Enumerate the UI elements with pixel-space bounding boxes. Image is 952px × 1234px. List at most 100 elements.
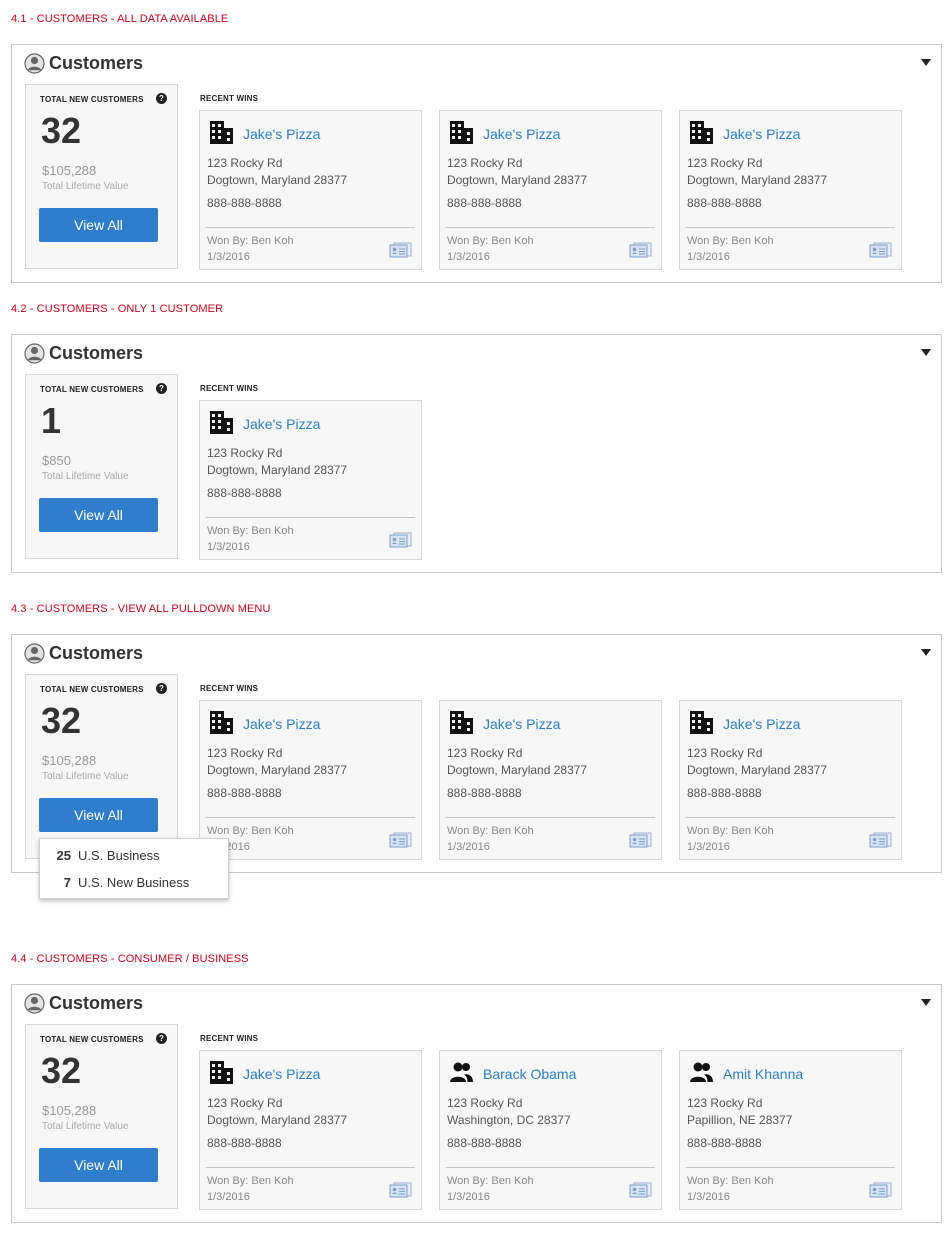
stats-count: 1	[41, 400, 62, 441]
collapse-caret-icon[interactable]	[921, 649, 931, 656]
building-icon	[210, 1061, 233, 1084]
win-city: Dogtown, Maryland 28377	[687, 763, 828, 777]
win-card[interactable]: Jake's Pizza 123 Rocky Rd Dogtown, Maryl…	[199, 700, 422, 860]
menu-item-count: 7	[63, 874, 71, 890]
win-name-link[interactable]: Jake's Pizza	[483, 716, 560, 732]
stats-count: 32	[41, 1050, 82, 1091]
panel-header: Customers	[24, 51, 143, 75]
section-label: 4.3 - CUSTOMERS - VIEW ALL PULLDOWN MENU	[11, 603, 271, 615]
divider	[686, 227, 895, 228]
win-city: Dogtown, Maryland 28377	[207, 763, 348, 777]
contact-card-icon[interactable]	[869, 1181, 892, 1198]
win-won-by: Won By: Ben Koh	[207, 1175, 294, 1187]
help-icon[interactable]: ?	[156, 1033, 167, 1044]
lifetime-value: $850	[42, 453, 71, 468]
lifetime-value: $105,288	[42, 163, 97, 178]
collapse-caret-icon[interactable]	[921, 349, 931, 356]
divider	[446, 817, 655, 818]
people-icon	[690, 1062, 713, 1082]
contact-card-icon[interactable]	[389, 531, 412, 548]
win-card[interactable]: Jake's Pizza 123 Rocky Rd Dogtown, Maryl…	[679, 110, 902, 270]
win-name-link[interactable]: Jake's Pizza	[243, 126, 320, 142]
win-name-link[interactable]: Amit Khanna	[723, 1066, 803, 1082]
building-icon	[210, 711, 233, 734]
win-street: 123 Rocky Rd	[207, 746, 283, 760]
win-city: Papillion, NE 28377	[687, 1113, 793, 1127]
win-won-by: Won By: Ben Koh	[207, 235, 294, 247]
win-phone: 888-888-8888	[447, 786, 522, 800]
win-phone: 888-888-8888	[687, 1136, 762, 1150]
win-card[interactable]: Jake's Pizza 123 Rocky Rd Dogtown, Maryl…	[199, 110, 422, 270]
panel-header: Customers	[24, 991, 143, 1015]
panel-title: Customers	[49, 992, 144, 1013]
menu-item-us-business[interactable]: 25 U.S. Business	[40, 843, 228, 867]
view-all-button[interactable]: View All	[39, 498, 158, 532]
contact-card-icon[interactable]	[869, 241, 892, 258]
win-phone: 888-888-8888	[207, 196, 282, 210]
win-name-link[interactable]: Jake's Pizza	[243, 416, 320, 432]
divider	[206, 1167, 415, 1168]
win-street: 123 Rocky Rd	[687, 156, 763, 170]
win-city: Dogtown, Maryland 28377	[207, 173, 348, 187]
win-phone: 888-888-8888	[207, 1136, 282, 1150]
win-street: 123 Rocky Rd	[687, 746, 763, 760]
view-all-button[interactable]: View All	[39, 1148, 158, 1182]
contact-card-icon[interactable]	[629, 241, 652, 258]
win-card[interactable]: Jake's Pizza 123 Rocky Rd Dogtown, Maryl…	[199, 1050, 422, 1210]
win-name-link[interactable]: Barack Obama	[483, 1066, 576, 1082]
win-date: 1/3/2016	[207, 1191, 250, 1203]
lifetime-value-label: Total Lifetime Value	[42, 1121, 129, 1132]
panel-header: Customers	[24, 641, 143, 665]
win-card[interactable]: Jake's Pizza 123 Rocky Rd Dogtown, Maryl…	[439, 110, 662, 270]
win-name-link[interactable]: Jake's Pizza	[723, 126, 800, 142]
win-name-link[interactable]: Jake's Pizza	[243, 716, 320, 732]
win-card[interactable]: Jake's Pizza 123 Rocky Rd Dogtown, Maryl…	[679, 700, 902, 860]
stats-heading: TOTAL NEW CUSTOMERS	[40, 385, 144, 394]
win-phone: 888-888-8888	[207, 486, 282, 500]
win-name-link[interactable]: Jake's Pizza	[723, 716, 800, 732]
recent-wins-heading: RECENT WINS	[200, 94, 259, 103]
win-date: 1/3/2016	[687, 1191, 730, 1203]
help-icon[interactable]: ?	[156, 93, 167, 104]
lifetime-value-label: Total Lifetime Value	[42, 771, 129, 782]
win-won-by: Won By: Ben Koh	[687, 1175, 774, 1187]
win-won-by: Won By: Ben Koh	[207, 825, 294, 837]
win-won-by: Won By: Ben Koh	[447, 1175, 534, 1187]
contact-card-icon[interactable]	[389, 1181, 412, 1198]
win-card[interactable]: Jake's Pizza 123 Rocky Rd Dogtown, Maryl…	[439, 700, 662, 860]
win-card[interactable]: Amit Khanna 123 Rocky Rd Papillion, NE 2…	[679, 1050, 902, 1210]
divider	[446, 227, 655, 228]
win-name-link[interactable]: Jake's Pizza	[483, 126, 560, 142]
section-label: 4.2 - CUSTOMERS - ONLY 1 CUSTOMER	[11, 303, 224, 315]
win-date: 1/3/2016	[207, 541, 250, 553]
win-city: Dogtown, Maryland 28377	[447, 173, 588, 187]
contact-card-icon[interactable]	[389, 831, 412, 848]
win-card[interactable]: Jake's Pizza 123 Rocky Rd Dogtown, Maryl…	[199, 400, 422, 560]
view-all-dropdown-menu: 25 U.S. Business 7 U.S. New Business	[39, 838, 229, 899]
win-street: 123 Rocky Rd	[687, 1096, 763, 1110]
collapse-caret-icon[interactable]	[921, 999, 931, 1006]
divider	[206, 517, 415, 518]
view-all-button[interactable]: View All	[39, 208, 158, 242]
section-label: 4.1 - CUSTOMERS - ALL DATA AVAILABLE	[11, 13, 229, 25]
win-won-by: Won By: Ben Koh	[447, 825, 534, 837]
recent-wins-heading: RECENT WINS	[200, 384, 259, 393]
menu-item-us-new-business[interactable]: 7 U.S. New Business	[40, 870, 228, 894]
divider	[446, 1167, 655, 1168]
panel-title: Customers	[49, 342, 144, 363]
contact-card-icon[interactable]	[869, 831, 892, 848]
help-icon[interactable]: ?	[156, 383, 167, 394]
help-icon[interactable]: ?	[156, 683, 167, 694]
win-card[interactable]: Barack Obama 123 Rocky Rd Washington, DC…	[439, 1050, 662, 1210]
collapse-caret-icon[interactable]	[921, 59, 931, 66]
win-phone: 888-888-8888	[447, 1136, 522, 1150]
stats-count: 32	[41, 110, 82, 151]
building-icon	[690, 711, 713, 734]
win-name-link[interactable]: Jake's Pizza	[243, 1066, 320, 1082]
win-date: 1/3/2016	[447, 251, 490, 263]
customers-panel: Customers TOTAL NEW CUSTOMERS ? 32 $105,…	[11, 44, 942, 283]
view-all-button[interactable]: View All	[39, 798, 158, 832]
contact-card-icon[interactable]	[389, 241, 412, 258]
contact-card-icon[interactable]	[629, 831, 652, 848]
contact-card-icon[interactable]	[629, 1181, 652, 1198]
